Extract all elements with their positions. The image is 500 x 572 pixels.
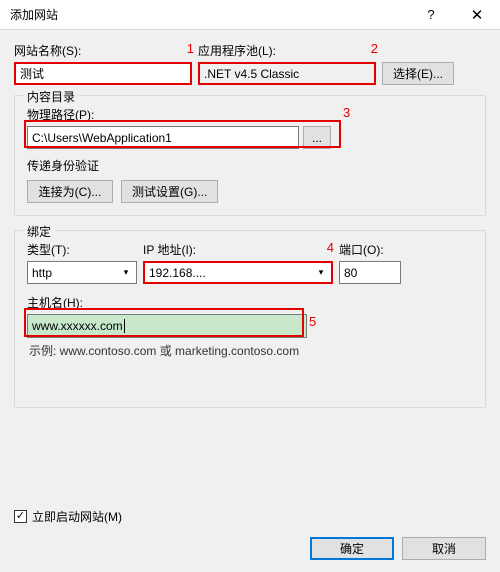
dialog-footer: 确定 取消 xyxy=(0,525,500,572)
annotation-3: 3 xyxy=(343,105,350,120)
select-button[interactable]: 选择(E)... xyxy=(382,62,454,85)
binding-group: 绑定 类型(T): http ▾ 4 IP 地址(I): 192.168....… xyxy=(14,230,486,408)
close-icon[interactable]: ✕ xyxy=(454,0,500,30)
content-dir-legend: 内容目录 xyxy=(23,88,79,105)
titlebar: 添加网站 ? ✕ xyxy=(0,0,500,30)
annotation-2: 2 xyxy=(371,41,378,56)
port-label: 端口(O): xyxy=(339,241,401,258)
auth-label: 传递身份验证 xyxy=(27,157,473,174)
type-value: http xyxy=(32,266,52,280)
cancel-button[interactable]: 取消 xyxy=(402,537,486,560)
host-label: 主机名(H): xyxy=(27,294,307,311)
app-pool-input[interactable]: .NET v4.5 Classic xyxy=(198,62,376,85)
help-icon[interactable]: ? xyxy=(408,0,454,30)
content-dir-group: 内容目录 3 物理路径(P): C:\Users\WebApplication1… xyxy=(14,95,486,216)
chevron-down-icon: ▾ xyxy=(313,263,329,282)
site-name-label: 网站名称(S): xyxy=(14,42,192,59)
connect-as-button[interactable]: 连接为(C)... xyxy=(27,180,113,203)
ip-select[interactable]: 192.168.... ▾ xyxy=(143,261,333,284)
chevron-down-icon: ▾ xyxy=(118,263,134,282)
annotation-5: 5 xyxy=(309,314,316,329)
ok-button[interactable]: 确定 xyxy=(310,537,394,560)
type-label: 类型(T): xyxy=(27,241,137,258)
binding-legend: 绑定 xyxy=(23,223,55,240)
physical-path-label: 物理路径(P): xyxy=(27,106,473,123)
host-example: 示例: www.contoso.com 或 marketing.contoso.… xyxy=(29,342,473,359)
type-select[interactable]: http ▾ xyxy=(27,261,137,284)
annotation-1: 1 xyxy=(187,41,194,56)
ip-value: 192.168.... xyxy=(149,266,206,280)
start-site-label: 立即启动网站(M) xyxy=(32,508,122,525)
site-name-input[interactable]: 测试 xyxy=(14,62,192,85)
annotation-4: 4 xyxy=(327,240,334,255)
test-settings-button[interactable]: 测试设置(G)... xyxy=(121,180,218,203)
dialog-content: 1 网站名称(S): 测试 2 应用程序池(L): .NET v4.5 Clas… xyxy=(0,30,500,525)
host-input[interactable]: www.xxxxxx.com xyxy=(27,314,307,338)
app-pool-label: 应用程序池(L): xyxy=(198,42,376,59)
window-title: 添加网站 xyxy=(0,6,408,23)
ip-label: IP 地址(I): xyxy=(143,241,333,258)
port-input[interactable]: 80 xyxy=(339,261,401,284)
physical-path-input[interactable]: C:\Users\WebApplication1 xyxy=(27,126,299,149)
browse-button[interactable]: ... xyxy=(303,126,331,149)
start-site-checkbox[interactable]: ✓ xyxy=(14,510,27,523)
